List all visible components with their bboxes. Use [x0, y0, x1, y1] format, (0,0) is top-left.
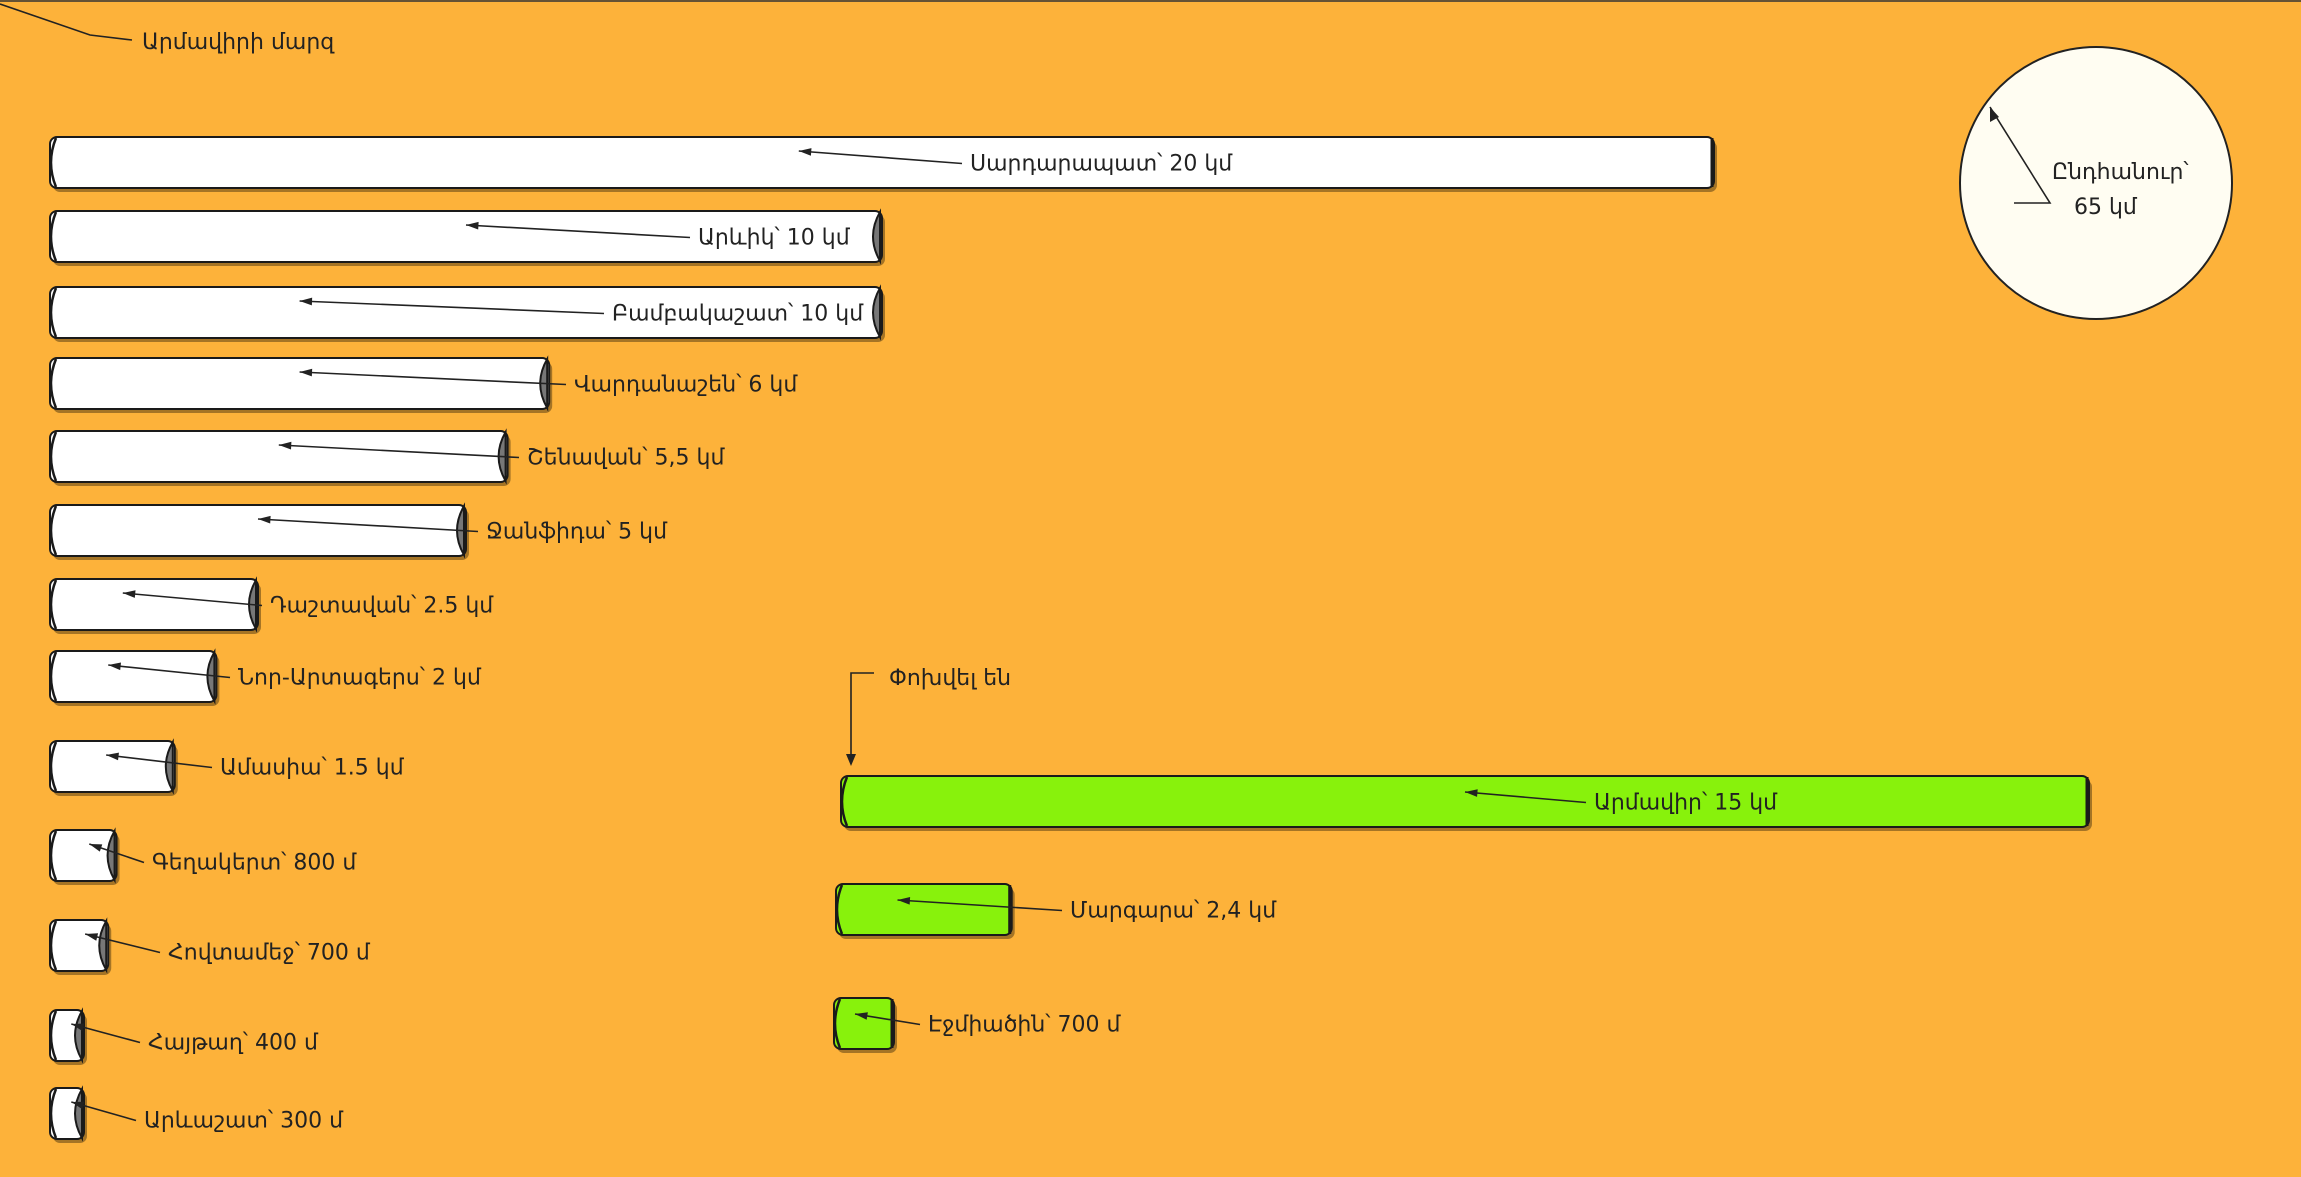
- total-label-line1: Ընդհանուր՝: [2052, 160, 2189, 185]
- white-pipe-label: Սարդարապատ՝ 20 կմ: [970, 152, 1233, 177]
- total-circle: Ընդհանուր՝ 65 կմ: [1959, 46, 2233, 320]
- white-pipe: Սարդարապատ՝ 20 կմ: [49, 136, 1717, 192]
- white-pipe-body: [49, 578, 259, 631]
- total-label-line2: 65 կմ: [2074, 195, 2138, 220]
- white-pipe-label: Ջանֆիդա՝ 5 կմ: [486, 520, 668, 545]
- white-pipe-label: Հայթաղ՝ 400 մ: [148, 1031, 319, 1056]
- green-pipe-label: Էջմիածին՝ 700 մ: [928, 1013, 1122, 1038]
- green-pipe: Արմավիր՝ 15 կմ: [840, 775, 2092, 831]
- white-pipe-label: Դաշտավան՝ 2.5 կմ: [270, 594, 494, 619]
- region-title: Արմավիրի մարզ: [142, 30, 335, 55]
- white-pipe-body: [49, 430, 509, 483]
- white-pipe-label: Արևիկ՝ 10 կմ: [698, 226, 851, 251]
- white-pipe-body: [49, 136, 1715, 189]
- white-pipe-label: Արևաշատ՝ 300 մ: [144, 1109, 344, 1134]
- white-pipe: Արևիկ՝ 10 կմ: [49, 208, 885, 266]
- green-pipe-body: [833, 997, 895, 1050]
- white-pipe-label: Գեղակերտ՝ 800 մ: [152, 851, 357, 876]
- white-pipe-label: Վարդանաշեն՝ 6 կմ: [574, 373, 798, 398]
- green-pipe-body: [840, 775, 2090, 828]
- white-pipe-label: Հովտամեջ՝ 700 մ: [168, 941, 371, 966]
- white-pipe: Բամբակաշատ՝ 10 կմ: [49, 284, 885, 342]
- white-pipe-label: Բամբակաշատ՝ 10 կմ: [612, 302, 864, 327]
- white-pipe-label: Շենավան՝ 5,5 կմ: [527, 446, 725, 471]
- white-pipe-body: [49, 740, 176, 793]
- white-pipe-body: [49, 357, 551, 410]
- moved-label: Փոխվել են: [889, 666, 1011, 691]
- white-pipe-label: Ամասիա՝ 1.5 կմ: [220, 756, 405, 781]
- green-pipe-label: Արմավիր՝ 15 կմ: [1594, 791, 1778, 816]
- pipeline-diagram: Արմավիրի մարզ Ընդհանուր՝ 65 կմ Սարդարապա…: [0, 0, 2301, 1177]
- green-pipe-label: Մարգարա՝ 2,4 կմ: [1070, 899, 1277, 924]
- green-pipe-body: [835, 883, 1013, 936]
- white-pipe-body: [49, 504, 467, 557]
- white-pipe-label: Նոր-Արտագերս՝ 2 կմ: [238, 666, 482, 691]
- white-pipe-body: [49, 650, 218, 703]
